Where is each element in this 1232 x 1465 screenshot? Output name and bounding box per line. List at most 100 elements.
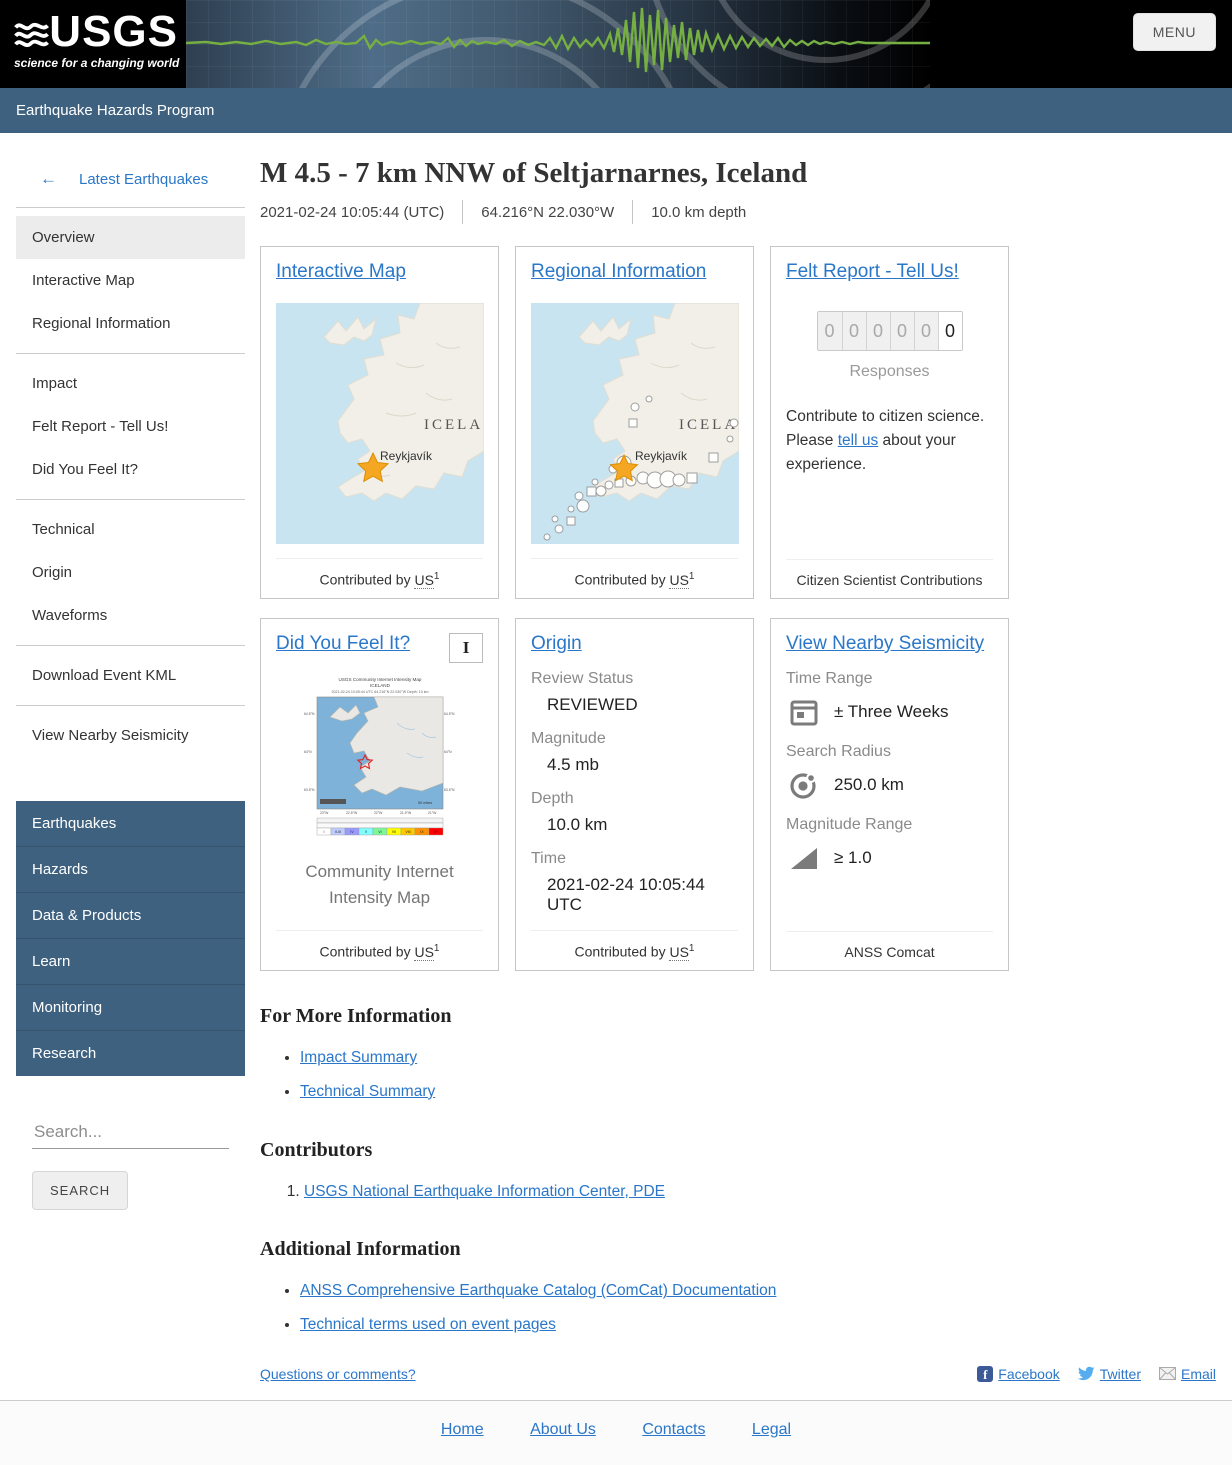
regional-map-thumbnail[interactable]: ICELA Reykjavík (531, 303, 739, 544)
felt-report-text: Contribute to citizen science. Please te… (786, 405, 993, 477)
counter-digit: 0 (817, 312, 842, 350)
attribution-footnote: 1 (688, 571, 695, 583)
sidebar-item-earthquakes[interactable]: Earthquakes (16, 801, 245, 847)
usgs-logo[interactable]: USGS science for a changing world (0, 0, 186, 88)
sidebar-item-download-event-kml[interactable]: Download Event KML (16, 654, 245, 697)
facebook-icon: f (977, 1365, 994, 1382)
dyfi-map-meta: 2021-02-24 10:05:44 UTC 64.216°N 22.030°… (331, 690, 428, 694)
comcat-documentation-link[interactable]: ANSS Comprehensive Earthquake Catalog (C… (300, 1282, 776, 1299)
card-footer-label: Citizen Scientist Contributions (786, 559, 993, 588)
radius-icon (790, 773, 816, 799)
list-item: ANSS Comprehensive Earthquake Catalog (C… (300, 1279, 1216, 1304)
sidebar-item-technical[interactable]: Technical (16, 508, 245, 551)
sidebar-item-research[interactable]: Research (16, 1031, 245, 1076)
sidebar-item-regional-information[interactable]: Regional Information (16, 302, 245, 345)
sidebar-item-overview[interactable]: Overview (16, 216, 245, 259)
time-label: Time (531, 850, 566, 867)
attribution-prefix: Contributed by (574, 944, 666, 960)
lon-tick: 21.5°W (400, 811, 412, 815)
footer-about-us-link[interactable]: About Us (530, 1421, 596, 1438)
meta-divider (632, 200, 634, 224)
lon-tick: 23°W (320, 811, 329, 815)
attribution-footnote: 1 (433, 571, 440, 583)
magnitude-label: Magnitude (531, 730, 606, 747)
interactive-map-card: Interactive Map ICELA Reykjavík Contribu… (260, 246, 499, 599)
facebook-link[interactable]: Facebook (998, 1366, 1059, 1382)
logo-tagline: science for a changing world (14, 56, 180, 70)
origin-link[interactable]: Origin (531, 633, 582, 654)
sidebar-item-hazards[interactable]: Hazards (16, 847, 245, 893)
search-button[interactable]: SEARCH (32, 1171, 129, 1210)
lat-tick: 64.5°N (304, 712, 315, 716)
attribution-source-link[interactable]: US (414, 572, 434, 589)
lon-tick: 22°W (374, 811, 383, 815)
site-header: USGS science for a changing world MENU (0, 0, 1232, 88)
dyfi-map-thumbnail[interactable]: USGS Community Internet Intensity Map IC… (301, 673, 458, 851)
interactive-map-thumbnail[interactable]: ICELA Reykjavík (276, 303, 484, 544)
list-item: USGS National Earthquake Information Cen… (304, 1180, 1216, 1205)
email-icon (1158, 1367, 1176, 1381)
attribution-source-link[interactable]: US (669, 572, 689, 589)
intensity-legend: I II-III IV V VI VII VIII IX X+ (316, 817, 443, 836)
program-bar: Earthquake Hazards Program (0, 88, 1232, 133)
did-you-feel-it-link[interactable]: Did You Feel It? (276, 633, 410, 655)
sidebar-item-view-nearby-seismicity[interactable]: View Nearby Seismicity (16, 714, 245, 757)
sidebar-item-waveforms[interactable]: Waveforms (16, 594, 245, 637)
site-footer: Home About Us Contacts Legal (0, 1399, 1232, 1465)
questions-or-comments-link[interactable]: Questions or comments? (260, 1366, 416, 1382)
back-to-latest-earthquakes-link[interactable]: ← Latest Earthquakes (16, 159, 245, 207)
footer-contacts-link[interactable]: Contacts (642, 1421, 705, 1438)
card-attribution: Contributed by US1 (276, 558, 483, 589)
technical-terms-link[interactable]: Technical terms used on event pages (300, 1316, 556, 1333)
search-input[interactable] (32, 1116, 229, 1149)
review-status-value: REVIEWED (547, 695, 638, 714)
main-content: M 4.5 - 7 km NNW of Seltjarnarnes, Icela… (245, 133, 1232, 1396)
attribution-source-link[interactable]: US (669, 944, 689, 961)
twitter-icon (1077, 1367, 1095, 1381)
tell-us-link[interactable]: tell us (838, 432, 879, 449)
view-nearby-seismicity-link[interactable]: View Nearby Seismicity (786, 633, 984, 654)
responses-label: Responses (849, 363, 930, 380)
technical-summary-link[interactable]: Technical Summary (300, 1083, 435, 1100)
back-arrow-icon: ← (40, 169, 57, 188)
legend-label: X+ (433, 830, 437, 834)
sidebar-item-felt-report[interactable]: Felt Report - Tell Us! (16, 405, 245, 448)
sidebar-item-monitoring[interactable]: Monitoring (16, 985, 245, 1031)
attribution-footnote: 1 (433, 943, 440, 955)
contributor-link[interactable]: USGS National Earthquake Information Cen… (304, 1183, 665, 1200)
sidebar-item-origin[interactable]: Origin (16, 551, 245, 594)
footer-legal-link[interactable]: Legal (752, 1421, 791, 1438)
counter-digit: 0 (889, 312, 914, 350)
usgs-wave-icon (14, 22, 49, 47)
lat-tick: 63.5°N (304, 788, 315, 792)
dyfi-map-region: ICELAND (370, 683, 391, 688)
counter-digit: 0 (841, 312, 866, 350)
sidebar-item-impact[interactable]: Impact (16, 362, 245, 405)
footer-home-link[interactable]: Home (441, 1421, 484, 1438)
lat-tick: 64.5°N (444, 712, 455, 716)
sidebar-item-did-you-feel-it[interactable]: Did You Feel It? (16, 448, 245, 491)
sidebar-item-learn[interactable]: Learn (16, 939, 245, 985)
attribution-source-link[interactable]: US (414, 944, 434, 961)
attribution-prefix: Contributed by (574, 572, 666, 588)
map-city-label: Reykjavík (380, 449, 433, 463)
legend-label: VI (378, 830, 381, 834)
dyfi-scale-label: 50 miles (418, 801, 432, 805)
map-country-label: ICELA (679, 417, 738, 433)
interactive-map-link[interactable]: Interactive Map (276, 261, 406, 282)
attribution-prefix: Contributed by (319, 572, 411, 588)
email-link[interactable]: Email (1181, 1366, 1216, 1382)
impact-summary-link[interactable]: Impact Summary (300, 1049, 417, 1066)
list-item: Technical terms used on event pages (300, 1313, 1216, 1338)
felt-report-link[interactable]: Felt Report - Tell Us! (786, 261, 959, 282)
site-nav: Earthquakes Hazards Data & Products Lear… (16, 801, 245, 1076)
depth-label: Depth (531, 790, 574, 807)
sidebar-item-interactive-map[interactable]: Interactive Map (16, 259, 245, 302)
counter-digit: 0 (865, 312, 890, 350)
menu-button[interactable]: MENU (1132, 13, 1216, 51)
counter-digit: 0 (937, 312, 962, 350)
regional-information-link[interactable]: Regional Information (531, 261, 706, 282)
sidebar-item-data-products[interactable]: Data & Products (16, 893, 245, 939)
attribution-prefix: Contributed by (319, 944, 411, 960)
twitter-link[interactable]: Twitter (1100, 1366, 1141, 1382)
